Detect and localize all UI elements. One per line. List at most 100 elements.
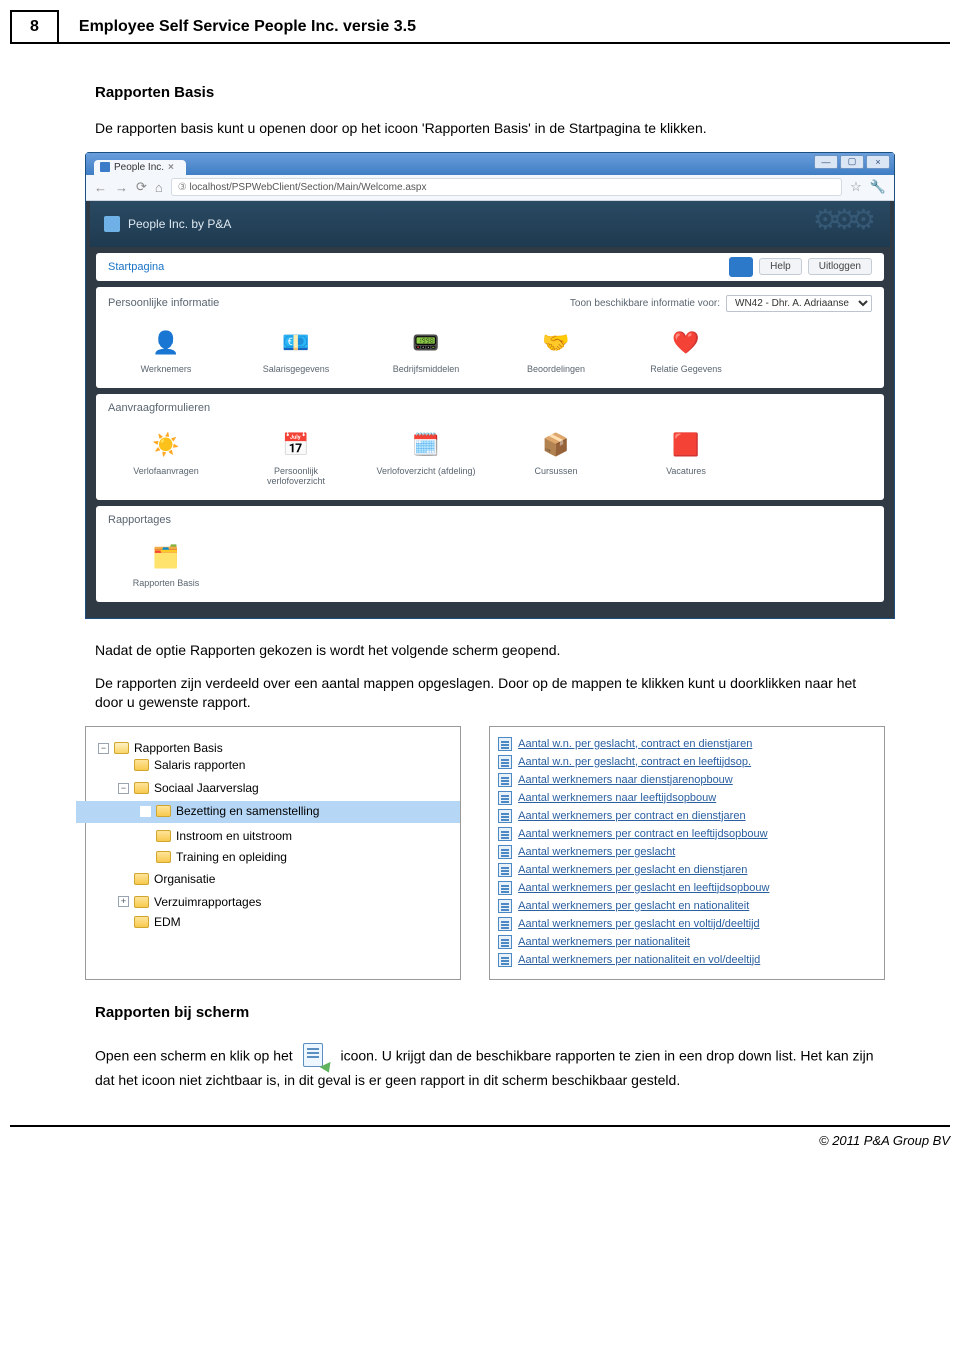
- bookmark-icon[interactable]: ☆: [850, 179, 862, 195]
- panel1-filter-select[interactable]: WN42 - Dhr. A. Adriaanse: [726, 295, 872, 312]
- tree-toggle-icon[interactable]: −: [98, 743, 109, 754]
- report-link[interactable]: Aantal werknemers per geslacht en nation…: [518, 900, 749, 912]
- tree-item[interactable]: Salaris rapporten: [118, 758, 245, 772]
- tree-item[interactable]: Instroom en uitstroom: [140, 829, 292, 843]
- folder-icon: [134, 896, 149, 908]
- browser-titlebar: People Inc. × — ▢ ×: [86, 153, 894, 175]
- paragraph-after-screenshot-1: Nadat de optie Rapporten gekozen is word…: [95, 641, 885, 660]
- window-minimize-button[interactable]: —: [814, 155, 838, 169]
- reload-icon[interactable]: ⟳: [136, 179, 147, 195]
- report-list-item[interactable]: Aantal w.n. per geslacht, contract en le…: [496, 753, 878, 771]
- report-list-item[interactable]: Aantal werknemers per geslacht en nation…: [496, 897, 878, 915]
- panel3-icon-item[interactable]: 🗂️Rapporten Basis: [116, 542, 216, 588]
- report-link[interactable]: Aantal werknemers naar dienstjarenopbouw: [518, 774, 733, 786]
- window-maximize-button[interactable]: ▢: [840, 155, 864, 169]
- tree-item-selected[interactable]: Bezetting en samenstelling: [76, 801, 460, 823]
- panel1-icon-item[interactable]: 👤Werknemers: [116, 328, 216, 374]
- tree-root[interactable]: − Rapporten Basis: [98, 741, 223, 755]
- panel1-icon-item[interactable]: 💶 Salarisgegevens: [246, 328, 346, 374]
- tree-toggle-icon: [140, 830, 151, 841]
- tab-close-icon[interactable]: ×: [168, 162, 174, 173]
- tree-item-label: Organisatie: [154, 872, 215, 886]
- panel3-icon-row: 🗂️Rapporten Basis: [96, 534, 884, 592]
- help-icon[interactable]: [729, 257, 753, 277]
- tree-toggle-icon: [118, 760, 129, 771]
- app-icon-glyph: 👤: [116, 328, 216, 358]
- report-list-item[interactable]: Aantal werknemers per geslacht: [496, 843, 878, 861]
- report-list-item[interactable]: Aantal werknemers per geslacht en dienst…: [496, 861, 878, 879]
- tree-toggle-icon: [140, 852, 151, 863]
- report-list-item[interactable]: Aantal werknemers per nationaliteit en v…: [496, 951, 878, 969]
- app-icon-glyph: 💶: [246, 328, 346, 358]
- app-icon-glyph: 📅: [246, 430, 346, 460]
- app-title: People Inc. by P&A: [128, 217, 231, 231]
- folder-icon: [156, 830, 171, 842]
- report-link[interactable]: Aantal werknemers naar leeftijdsopbouw: [518, 792, 716, 804]
- tree-item[interactable]: EDM: [118, 915, 181, 929]
- report-link[interactable]: Aantal werknemers per geslacht en leefti…: [518, 882, 769, 894]
- section-heading-rapporten-basis: Rapporten Basis: [95, 84, 885, 101]
- report-list-item[interactable]: Aantal werknemers naar dienstjarenopbouw: [496, 771, 878, 789]
- panel1-icon-item[interactable]: 🤝 Beoordelingen: [506, 328, 606, 374]
- logout-button[interactable]: Uitloggen: [808, 258, 872, 275]
- nav-link-startpagina[interactable]: Startpagina: [108, 261, 164, 273]
- panel1-icon-item[interactable]: ❤️Relatie Gegevens: [636, 328, 736, 374]
- app-icon-glyph: 🤝: [506, 328, 606, 358]
- panel2-icon-item[interactable]: 🗓️Verlofoverzicht (afdeling): [376, 430, 476, 486]
- page-header: 8 Employee Self Service People Inc. vers…: [10, 10, 950, 44]
- app-icon-glyph: ❤️: [636, 328, 736, 358]
- report-list-item[interactable]: Aantal w.n. per geslacht, contract en di…: [496, 735, 878, 753]
- report-link[interactable]: Aantal werknemers per geslacht: [518, 846, 675, 858]
- app-icon-label: Vacatures: [636, 466, 736, 476]
- app-icon-label: Salarisgegevens: [246, 364, 346, 374]
- app-icon-label: Beoordelingen: [506, 364, 606, 374]
- report-icon: [498, 827, 512, 841]
- gears-decoration-icon: ⚙⚙⚙: [813, 203, 870, 236]
- tree-toggle-icon[interactable]: −: [118, 783, 129, 794]
- report-link[interactable]: Aantal werknemers per geslacht en dienst…: [518, 864, 747, 876]
- report-list-item[interactable]: Aantal werknemers naar leeftijdsopbouw: [496, 789, 878, 807]
- app-navbar: Startpagina Help Uitloggen: [96, 253, 884, 281]
- app-logo-icon: [104, 216, 120, 232]
- tree-item-label: Verzuimrapportages: [154, 895, 261, 909]
- wrench-icon[interactable]: 🔧: [870, 179, 886, 195]
- panel2-icon-item[interactable]: 📦Cursussen: [506, 430, 606, 486]
- forward-icon[interactable]: →: [115, 180, 128, 195]
- panel2-icon-item[interactable]: ☀️Verlofaanvragen: [116, 430, 216, 486]
- tree-item[interactable]: −Sociaal Jaarverslag: [118, 781, 259, 795]
- report-icon: [498, 881, 512, 895]
- browser-toolbar: ← → ⟳ ⌂ ③ localhost/PSPWebClient/Section…: [86, 175, 894, 201]
- address-bar[interactable]: ③ localhost/PSPWebClient/Section/Main/We…: [171, 178, 842, 196]
- tree-toggle-icon[interactable]: +: [118, 896, 129, 907]
- report-link[interactable]: Aantal w.n. per geslacht, contract en le…: [518, 756, 751, 768]
- folder-icon: [156, 805, 171, 817]
- help-button[interactable]: Help: [759, 258, 802, 275]
- report-list-item[interactable]: Aantal werknemers per contract en leefti…: [496, 825, 878, 843]
- report-link[interactable]: Aantal werknemers per contract en dienst…: [518, 810, 745, 822]
- report-link[interactable]: Aantal w.n. per geslacht, contract en di…: [518, 738, 752, 750]
- tree-item[interactable]: Organisatie: [118, 872, 215, 886]
- home-icon[interactable]: ⌂: [155, 180, 163, 195]
- panel1-icon-item[interactable]: 📟Bedrijfsmiddelen: [376, 328, 476, 374]
- tree-item[interactable]: Bezetting en samenstelling: [140, 804, 319, 818]
- report-link[interactable]: Aantal werknemers per nationaliteit en v…: [518, 954, 760, 966]
- report-list-item[interactable]: Aantal werknemers per geslacht en leefti…: [496, 879, 878, 897]
- report-icon: [498, 917, 512, 931]
- panel1-icon-row: 👤Werknemers 💶 Salarisgegevens 📟Bedrijfsmidd…: [96, 320, 884, 378]
- window-close-button[interactable]: ×: [866, 155, 890, 169]
- tree-item[interactable]: + Verzuimrapportages: [118, 895, 261, 909]
- report-list-item[interactable]: Aantal werknemers per nationaliteit: [496, 933, 878, 951]
- screenshot-tree-and-list: − Rapporten Basis Salaris rapporten −Soci…: [85, 726, 885, 980]
- tree-item[interactable]: Training en opleiding: [140, 850, 287, 864]
- paragraph-after-screenshot-2: De rapporten zijn verdeeld over een aant…: [95, 674, 885, 712]
- report-list-item[interactable]: Aantal werknemers per contract en dienst…: [496, 807, 878, 825]
- panel2-icon-item[interactable]: 🟥Vacatures: [636, 430, 736, 486]
- report-link[interactable]: Aantal werknemers per contract en leefti…: [518, 828, 767, 840]
- report-link[interactable]: Aantal werknemers per nationaliteit: [518, 936, 690, 948]
- browser-tab[interactable]: People Inc. ×: [94, 160, 186, 175]
- report-link[interactable]: Aantal werknemers per geslacht en voltij…: [518, 918, 760, 930]
- report-list-item[interactable]: Aantal werknemers per geslacht en voltij…: [496, 915, 878, 933]
- panel2-icon-item[interactable]: 📅Persoonlijk verlofoverzicht: [246, 430, 346, 486]
- tree-pane: − Rapporten Basis Salaris rapporten −Soci…: [85, 726, 461, 980]
- back-icon[interactable]: ←: [94, 180, 107, 195]
